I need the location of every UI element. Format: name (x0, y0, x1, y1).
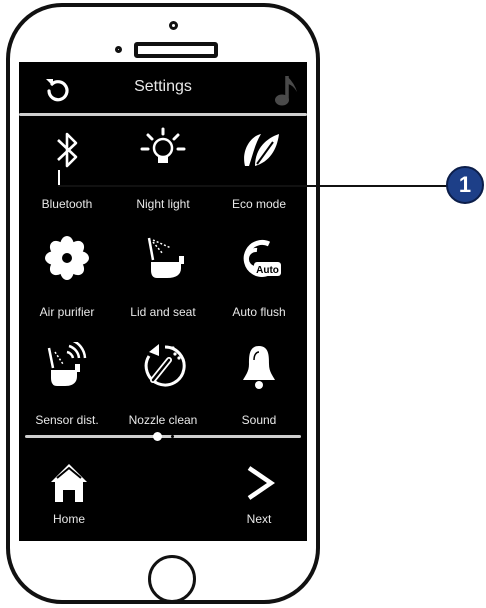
callout-pointer (58, 170, 60, 186)
tile-sound[interactable]: Sound (211, 336, 307, 440)
next-button[interactable]: Next (219, 462, 299, 532)
tile-label: Eco mode (231, 197, 287, 211)
speaker-grille (134, 42, 218, 58)
tile-label: Auto flush (232, 305, 286, 319)
tile-label: Lid and seat (130, 305, 196, 319)
home-icon (51, 464, 87, 502)
lightbulb-icon (140, 127, 186, 163)
tile-label: Sensor dist. (35, 413, 99, 427)
auto-badge: Auto (256, 265, 279, 276)
toilet-lid-icon (147, 237, 184, 278)
page-indicator-dot-active[interactable] (153, 432, 162, 441)
app-screen: Settings Bluetooth Night light Eco mode … (19, 62, 307, 541)
page-title: Settings (134, 78, 192, 95)
tile-sensor-distance[interactable]: Sensor dist. (19, 336, 115, 440)
tile-night-light[interactable]: Night light (115, 120, 211, 224)
callout-leader-line (58, 185, 448, 187)
next-label: Next (246, 512, 272, 526)
flower-icon (45, 236, 89, 280)
tile-label: Night light (136, 197, 190, 211)
tile-bluetooth[interactable]: Bluetooth (19, 120, 115, 224)
tile-air-purifier[interactable]: Air purifier (19, 228, 115, 332)
tile-label: Bluetooth (41, 197, 93, 211)
bluetooth-icon (57, 132, 78, 168)
pager-track (25, 435, 301, 438)
chevron-right-icon (247, 466, 275, 500)
tile-nozzle-clean[interactable]: Nozzle clean (115, 336, 211, 440)
camera-icon (169, 21, 178, 30)
home-hardware-button[interactable] (148, 555, 196, 603)
sensor-icon (47, 342, 87, 386)
auto-flush-icon: Auto (243, 239, 281, 277)
top-bar: Settings (19, 62, 307, 114)
tile-label: Sound (241, 413, 277, 427)
home-button[interactable]: Home (29, 462, 109, 532)
leaf-icon (244, 134, 279, 166)
tile-label: Nozzle clean (128, 413, 198, 427)
tile-eco-mode[interactable]: Eco mode (211, 120, 307, 224)
home-label: Home (52, 512, 85, 526)
bell-icon (243, 346, 275, 389)
nozzle-icon (144, 344, 186, 387)
page-indicator-dot[interactable] (171, 435, 174, 438)
sensor-dot (115, 46, 122, 53)
music-note-icon[interactable] (273, 72, 303, 108)
tile-lid-and-seat[interactable]: Lid and seat (115, 228, 211, 332)
tile-label: Air purifier (39, 305, 95, 319)
tile-auto-flush[interactable]: Auto Auto flush (211, 228, 307, 332)
callout-badge: 1 (446, 166, 484, 204)
top-divider (19, 113, 307, 116)
